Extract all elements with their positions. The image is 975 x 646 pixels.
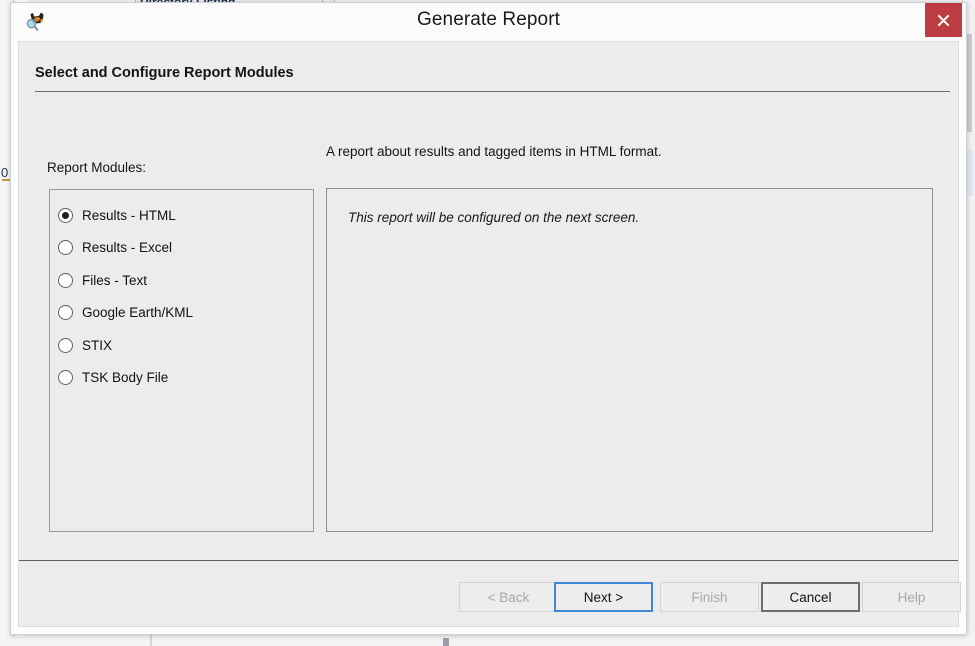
module-option-files-text[interactable]: Files - Text [58, 264, 313, 297]
close-icon[interactable] [925, 3, 962, 37]
back-button[interactable]: < Back [459, 582, 558, 612]
module-option-label: Results - HTML [82, 207, 176, 223]
dialog-title: Generate Report [416, 9, 561, 30]
module-option-tsk-body-file[interactable]: TSK Body File [58, 362, 313, 395]
cancel-button[interactable]: Cancel [761, 582, 860, 612]
module-option-stix[interactable]: STIX [58, 329, 313, 362]
module-option-google-earth-kml[interactable]: Google Earth/KML [58, 297, 313, 330]
footer-divider [19, 560, 958, 561]
report-modules-label: Report Modules: [47, 160, 147, 175]
module-option-results-html[interactable]: Results - HTML [58, 199, 313, 232]
configuration-note: This report will be configured on the ne… [348, 210, 640, 225]
wizard-button-bar: < Back Next > Finish Cancel Help [19, 582, 961, 622]
radio-icon [58, 207, 73, 223]
radio-icon [58, 240, 73, 256]
generate-report-dialog: Generate Report Select and Configure Rep… [10, 2, 967, 635]
step-header: Select and Configure Report Modules [19, 42, 958, 92]
help-button[interactable]: Help [862, 582, 961, 612]
radio-icon [58, 305, 73, 321]
background-resize-handle[interactable] [443, 638, 449, 646]
finish-button[interactable]: Finish [660, 582, 759, 612]
radio-icon [58, 370, 73, 386]
module-option-label: STIX [82, 337, 113, 353]
module-description: A report about results and tagged items … [326, 144, 662, 159]
next-button[interactable]: Next > [554, 582, 653, 612]
module-option-label: TSK Body File [82, 370, 169, 386]
report-modules-list[interactable]: Results - HTML Results - Excel Files - T… [49, 189, 314, 532]
dialog-body: Report Modules: Results - HTML Results -… [19, 92, 958, 558]
module-option-results-excel[interactable]: Results - Excel [58, 232, 313, 265]
dialog-content: Select and Configure Report Modules Repo… [18, 41, 961, 627]
dialog-title-bar: Generate Report [11, 3, 966, 41]
module-option-label: Google Earth/KML [82, 305, 194, 321]
module-configuration-panel: This report will be configured on the ne… [326, 188, 933, 532]
page-title: Select and Configure Report Modules [35, 65, 294, 81]
module-option-label: Results - Excel [82, 240, 173, 256]
radio-icon [58, 337, 73, 353]
module-option-label: Files - Text [82, 272, 148, 288]
background-bottom-strip [0, 636, 975, 646]
radio-icon [58, 272, 73, 288]
